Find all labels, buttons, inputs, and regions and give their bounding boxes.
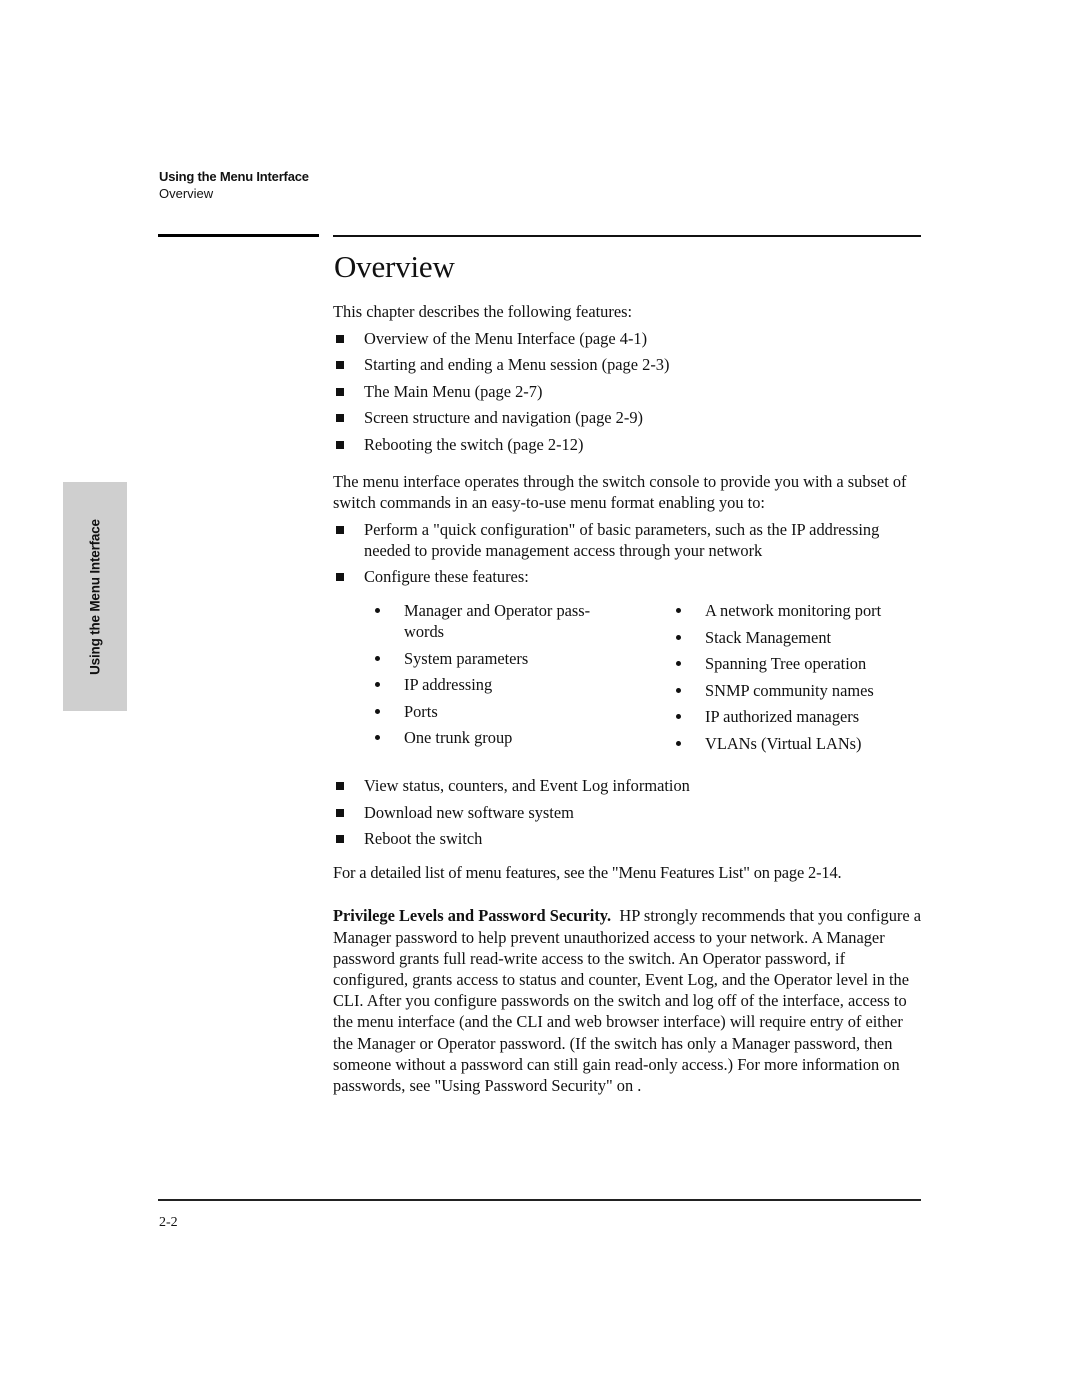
round-bullet-icon — [676, 714, 681, 720]
privilege-title: Privilege Levels and Password Security. — [333, 906, 612, 926]
header-rule-thick — [158, 234, 319, 237]
header-rule-thin — [333, 235, 921, 237]
round-bullet-icon — [676, 634, 681, 640]
configurable-features-left: Manager and Operator pass- words System … — [370, 600, 671, 759]
round-bullet-icon — [375, 682, 380, 688]
list-item: IP addressing — [370, 674, 671, 695]
running-head-section: Overview — [159, 186, 214, 201]
round-bullet-icon — [375, 735, 380, 741]
running-head: Using the Menu Interface Overview — [159, 168, 309, 202]
footer-rule — [158, 1199, 921, 1201]
capabilities-list: Perform a "quick configuration" of basic… — [333, 519, 923, 588]
square-bullet-icon — [336, 525, 344, 534]
square-bullet-icon — [336, 808, 344, 817]
square-bullet-icon — [336, 440, 344, 449]
menu-description: The menu interface operates through the … — [333, 471, 907, 512]
list-item: Starting and ending a Menu session (page… — [333, 354, 923, 375]
main-content: Overview This chapter describes the foll… — [333, 250, 923, 1096]
list-item: Download new software system — [333, 802, 923, 823]
list-item: Ports — [370, 701, 671, 722]
round-bullet-icon — [375, 655, 380, 661]
chapter-side-tab: Using the Menu Interface — [63, 482, 127, 711]
square-bullet-icon — [336, 414, 344, 423]
square-bullet-icon — [336, 782, 344, 791]
round-bullet-icon — [375, 608, 380, 614]
list-item: Stack Management — [671, 627, 881, 648]
round-bullet-icon — [375, 708, 380, 714]
list-item: View status, counters, and Event Log inf… — [333, 775, 923, 796]
list-item: Screen structure and navigation (page 2-… — [333, 407, 923, 428]
list-item: One trunk group — [370, 727, 671, 748]
square-bullet-icon — [336, 361, 344, 370]
list-item: A network monitoring port — [671, 600, 881, 621]
more-capabilities-list: View status, counters, and Event Log inf… — [333, 775, 923, 849]
list-item: The Main Menu (page 2-7) — [333, 381, 923, 402]
chapter-features-list: Overview of the Menu Interface (page 4-1… — [333, 328, 923, 455]
privilege-body: HP strongly recommends that you configur… — [333, 906, 922, 1095]
configurable-features-right: A network monitoring port Stack Manageme… — [671, 600, 881, 759]
list-item: IP authorized managers — [671, 706, 881, 727]
list-item: Rebooting the switch (page 2-12) — [333, 434, 923, 455]
square-bullet-icon — [336, 387, 344, 396]
list-item: Overview of the Menu Interface (page 4-1… — [333, 328, 923, 349]
chapter-side-tab-label: Using the Menu Interface — [87, 518, 103, 675]
round-bullet-icon — [676, 661, 681, 667]
list-item: Spanning Tree operation — [671, 653, 881, 674]
features-list-reference: For a detailed list of menu features, se… — [333, 863, 842, 883]
round-bullet-icon — [676, 687, 681, 693]
list-item: System parameters — [370, 648, 671, 669]
list-item: Configure these features: — [333, 566, 923, 587]
list-item: VLANs (Virtual LANs) — [671, 733, 881, 754]
privilege-paragraph: Privilege Levels and Password Security. … — [333, 905, 923, 1096]
configurable-features: Manager and Operator pass- words System … — [333, 600, 923, 759]
running-head-chapter: Using the Menu Interface — [159, 169, 309, 184]
intro-text: This chapter describes the following fea… — [333, 302, 633, 321]
square-bullet-icon — [336, 334, 344, 343]
list-item: Manager and Operator pass- words — [370, 600, 634, 642]
list-item: Reboot the switch — [333, 828, 923, 849]
round-bullet-icon — [676, 740, 681, 746]
round-bullet-icon — [676, 608, 681, 614]
page-number: 2-2 — [159, 1215, 178, 1230]
list-item: SNMP community names — [671, 680, 881, 701]
square-bullet-icon — [336, 835, 344, 844]
square-bullet-icon — [336, 573, 344, 582]
page-title: Overview — [334, 249, 455, 284]
list-item: Perform a "quick configuration" of basic… — [333, 519, 923, 561]
